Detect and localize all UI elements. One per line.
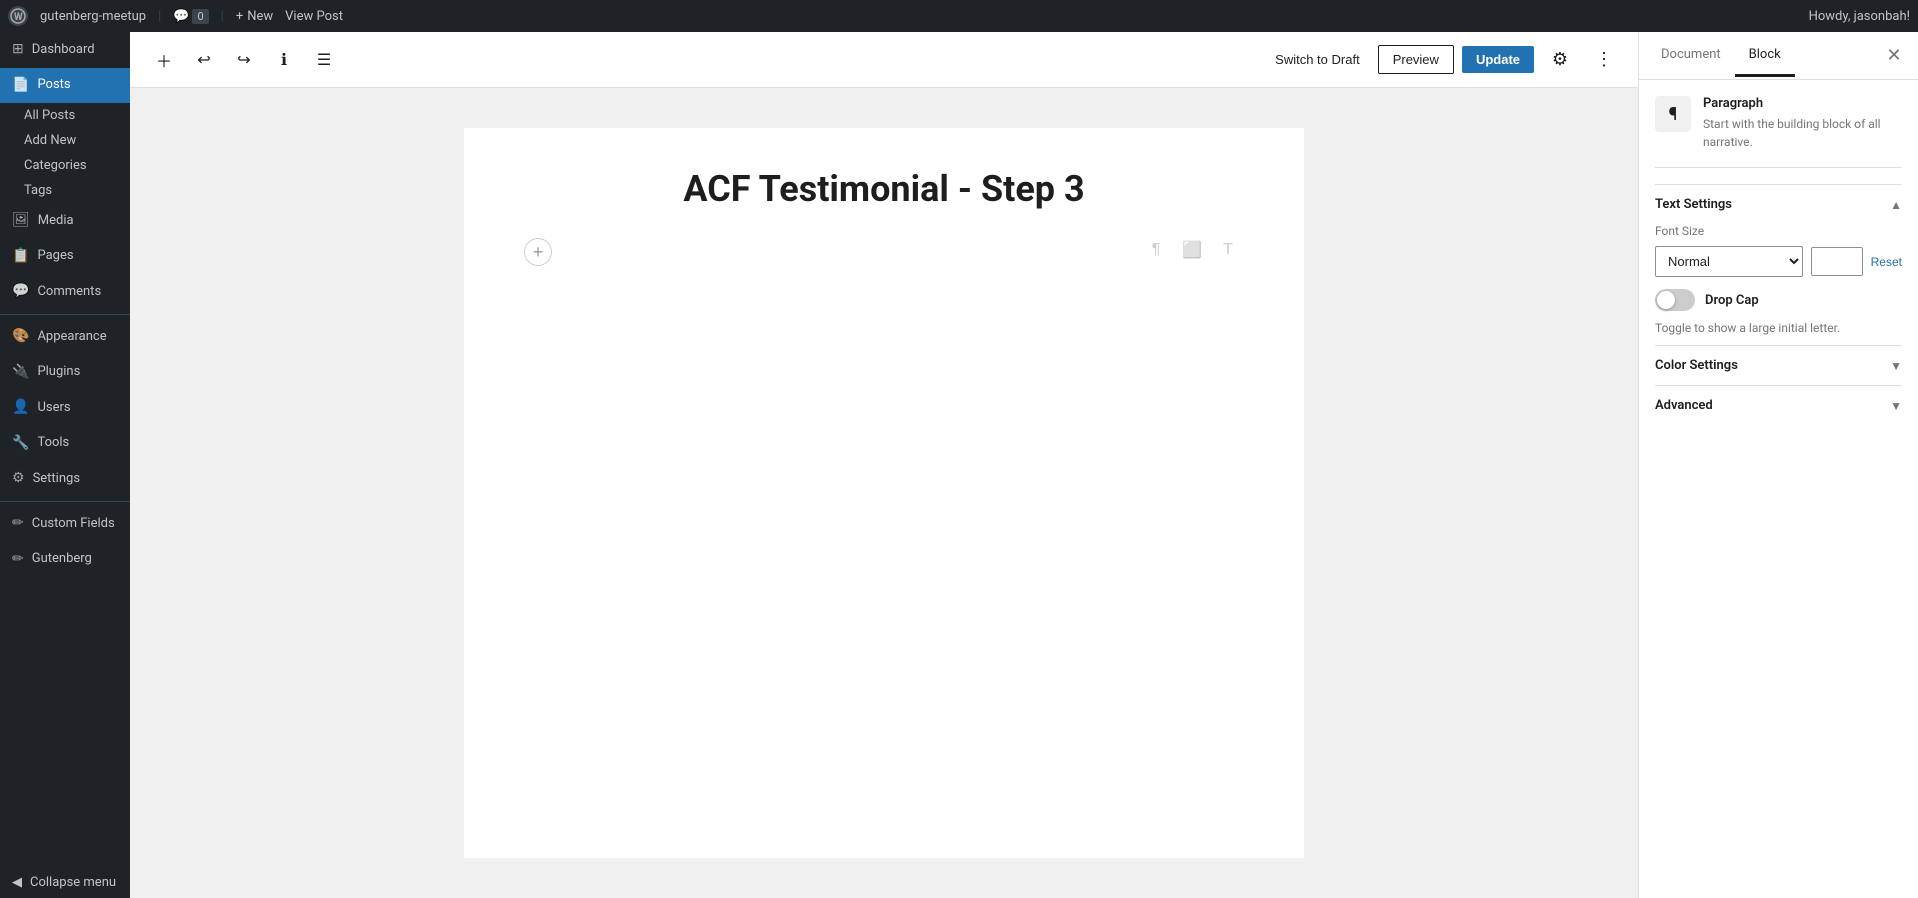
switch-to-draft-btn[interactable]: Switch to Draft bbox=[1265, 46, 1370, 73]
users-icon: 👤 bbox=[12, 398, 29, 418]
admin-bar: W gutenberg-meetup | 💬 0 | + New View Po… bbox=[0, 0, 1918, 32]
collapse-menu[interactable]: ◀ Collapse menu bbox=[0, 867, 130, 898]
text-settings-chevron: ▲ bbox=[1890, 198, 1902, 212]
more-options-btn[interactable]: ⋮ bbox=[1586, 42, 1622, 78]
tools-icon: 🔧 bbox=[12, 434, 29, 454]
view-post-link[interactable]: View Post bbox=[285, 9, 343, 24]
block-info: Paragraph Start with the building block … bbox=[1703, 96, 1902, 151]
editor-content: ACF Testimonial - Step 3 + ¶ ⬜ T bbox=[130, 88, 1638, 898]
sidebar-item-media[interactable]: 🖼 Media bbox=[0, 203, 130, 239]
new-link[interactable]: + New bbox=[236, 9, 273, 24]
post-title[interactable]: ACF Testimonial - Step 3 bbox=[524, 168, 1244, 210]
font-size-reset-btn[interactable]: Reset bbox=[1871, 255, 1902, 269]
sidebar-sub-add-new[interactable]: Add New bbox=[0, 128, 130, 153]
list-view-btn[interactable]: ☰ bbox=[306, 42, 342, 78]
block-description: Start with the building block of all nar… bbox=[1703, 115, 1902, 151]
settings-gear-btn[interactable]: ⚙ bbox=[1542, 42, 1578, 78]
add-block-btn[interactable]: + bbox=[524, 238, 552, 266]
text-settings-header[interactable]: Text Settings ▲ bbox=[1655, 184, 1902, 224]
gutenberg-icon: ✏ bbox=[12, 550, 24, 570]
right-panel: Document Block ✕ ¶ Paragraph Start with … bbox=[1638, 32, 1918, 898]
drop-cap-label: Drop Cap bbox=[1705, 293, 1759, 308]
color-settings-title: Color Settings bbox=[1655, 358, 1738, 373]
block-tool-para[interactable]: ¶ bbox=[1140, 234, 1172, 266]
sidebar-sub-tags[interactable]: Tags bbox=[0, 178, 130, 203]
undo-btn[interactable]: ↩ bbox=[186, 42, 222, 78]
text-settings-title: Text Settings bbox=[1655, 197, 1732, 212]
panel-close-btn[interactable]: ✕ bbox=[1878, 40, 1910, 72]
advanced-title: Advanced bbox=[1655, 398, 1713, 413]
sidebar-item-settings[interactable]: ⚙ Settings bbox=[0, 461, 130, 497]
sidebar-item-appearance[interactable]: 🎨 Appearance bbox=[0, 319, 130, 355]
separator-1: | bbox=[158, 9, 161, 24]
font-size-input[interactable] bbox=[1811, 247, 1863, 276]
sidebar-sub-categories[interactable]: Categories bbox=[0, 153, 130, 178]
sidebar-item-dashboard[interactable]: ⊞ Dashboard bbox=[0, 32, 130, 68]
pages-icon: 📋 bbox=[12, 247, 29, 267]
sidebar-divider-2 bbox=[0, 501, 130, 502]
main-layout: ⊞ Dashboard 📄 Posts All Posts Add New Ca… bbox=[0, 32, 1918, 898]
advanced-section[interactable]: Advanced ▼ bbox=[1655, 385, 1902, 425]
sidebar-item-comments[interactable]: 💬 Comments bbox=[0, 274, 130, 310]
collapse-icon: ◀ bbox=[12, 875, 22, 890]
toggle-knob bbox=[1657, 291, 1675, 309]
block-tool-text[interactable]: T bbox=[1212, 234, 1244, 266]
font-size-label: Font Size bbox=[1655, 224, 1902, 238]
toolbar-right: Switch to Draft Preview Update ⚙ ⋮ bbox=[1265, 42, 1622, 78]
block-tool-image[interactable]: ⬜ bbox=[1176, 234, 1208, 266]
sidebar-item-pages[interactable]: 📋 Pages bbox=[0, 239, 130, 275]
media-icon: 🖼 bbox=[12, 211, 30, 231]
sidebar-item-gutenberg[interactable]: ✏ Gutenberg bbox=[0, 542, 130, 578]
panel-body: ¶ Paragraph Start with the building bloc… bbox=[1639, 80, 1918, 898]
wp-logo[interactable]: W bbox=[8, 6, 28, 26]
editor-container: ＋ ↩ ↪ ℹ ☰ Switch to Draft Preview Update… bbox=[130, 32, 1638, 898]
block-toolbar-floating: ¶ ⬜ T bbox=[1140, 234, 1244, 266]
editor-toolbar: ＋ ↩ ↪ ℹ ☰ Switch to Draft Preview Update… bbox=[130, 32, 1638, 88]
sidebar-divider-1 bbox=[0, 314, 130, 315]
howdy-text: Howdy, jasonbah! bbox=[1809, 9, 1910, 24]
paragraph-block-icon: ¶ bbox=[1655, 96, 1691, 132]
comments-icon: 💬 bbox=[12, 282, 29, 302]
sidebar-item-posts[interactable]: 📄 Posts bbox=[0, 68, 130, 104]
text-settings-content: Font Size Normal Small Medium Large Huge… bbox=[1655, 224, 1902, 345]
right-panel-tabs: Document Block ✕ bbox=[1639, 32, 1918, 80]
update-btn[interactable]: Update bbox=[1462, 46, 1534, 73]
preview-btn[interactable]: Preview bbox=[1378, 45, 1454, 74]
info-btn[interactable]: ℹ bbox=[266, 42, 302, 78]
sidebar-item-plugins[interactable]: 🔌 Plugins bbox=[0, 355, 130, 391]
plugins-icon: 🔌 bbox=[12, 363, 29, 383]
drop-cap-row: Drop Cap bbox=[1655, 289, 1902, 311]
font-size-row: Normal Small Medium Large Huge Reset bbox=[1655, 246, 1902, 277]
sidebar-item-users[interactable]: 👤 Users bbox=[0, 390, 130, 426]
sidebar-sub-all-posts[interactable]: All Posts bbox=[0, 103, 130, 128]
drop-cap-description: Toggle to show a large initial letter. bbox=[1655, 319, 1902, 337]
color-settings-section[interactable]: Color Settings ▼ bbox=[1655, 345, 1902, 385]
sidebar: ⊞ Dashboard 📄 Posts All Posts Add New Ca… bbox=[0, 32, 130, 898]
posts-icon: 📄 bbox=[12, 76, 29, 96]
advanced-chevron: ▼ bbox=[1890, 399, 1902, 413]
comments-count[interactable]: 💬 0 bbox=[173, 9, 208, 24]
svg-text:W: W bbox=[14, 12, 23, 23]
add-block-toolbar-btn[interactable]: ＋ bbox=[146, 42, 182, 78]
dashboard-icon: ⊞ bbox=[12, 40, 24, 60]
text-settings-section: Text Settings ▲ Font Size Normal Small M… bbox=[1655, 184, 1902, 345]
tab-document[interactable]: Document bbox=[1647, 35, 1735, 77]
appearance-icon: 🎨 bbox=[12, 327, 29, 347]
tab-block[interactable]: Block bbox=[1735, 35, 1795, 77]
block-name: Paragraph bbox=[1703, 96, 1902, 111]
block-header: ¶ Paragraph Start with the building bloc… bbox=[1655, 96, 1902, 168]
font-size-select[interactable]: Normal Small Medium Large Huge bbox=[1655, 246, 1803, 277]
sidebar-item-tools[interactable]: 🔧 Tools bbox=[0, 426, 130, 462]
sidebar-item-custom-fields[interactable]: ✏ Custom Fields bbox=[0, 506, 130, 542]
settings-icon: ⚙ bbox=[12, 469, 25, 489]
site-name[interactable]: gutenberg-meetup bbox=[40, 9, 146, 24]
custom-fields-icon: ✏ bbox=[12, 514, 24, 534]
color-settings-chevron: ▼ bbox=[1890, 359, 1902, 373]
drop-cap-toggle[interactable] bbox=[1655, 289, 1695, 311]
redo-btn[interactable]: ↪ bbox=[226, 42, 262, 78]
block-inserter-area: + ¶ ⬜ T bbox=[524, 230, 1244, 274]
editor-inner: ACF Testimonial - Step 3 + ¶ ⬜ T bbox=[464, 128, 1304, 858]
separator-2: | bbox=[221, 9, 224, 24]
